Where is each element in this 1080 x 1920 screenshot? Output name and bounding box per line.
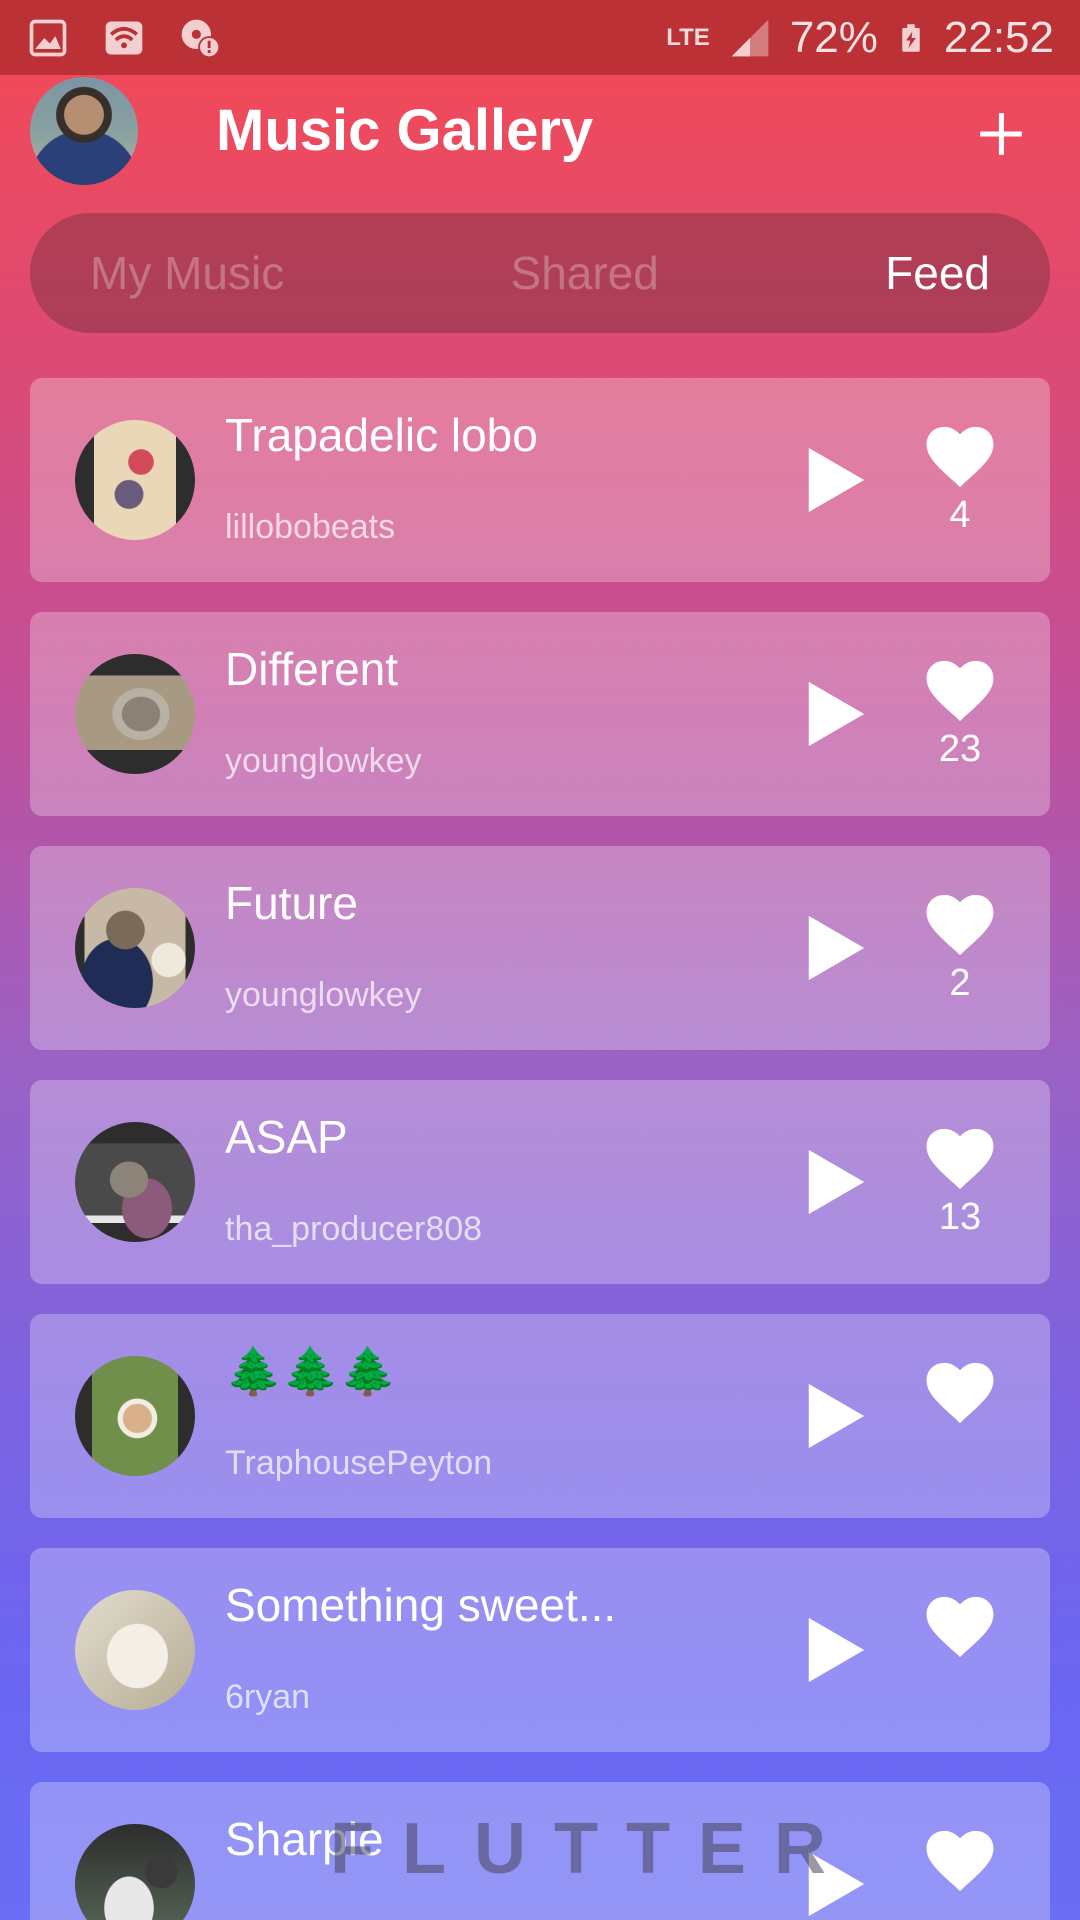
play-icon[interactable] bbox=[800, 677, 870, 751]
track-cover bbox=[75, 1590, 195, 1710]
play-icon[interactable] bbox=[800, 1613, 870, 1687]
track-cover bbox=[75, 654, 195, 774]
track-title: Future bbox=[225, 877, 358, 929]
track-title: ASAP bbox=[225, 1111, 348, 1163]
like-count: 2 bbox=[949, 962, 971, 1004]
wifi-icon bbox=[105, 21, 143, 54]
play-icon[interactable] bbox=[800, 1145, 870, 1219]
heart-icon bbox=[926, 1128, 994, 1190]
track-artist: 6ryan bbox=[225, 1678, 311, 1716]
track-cover bbox=[75, 888, 195, 1008]
track-cover bbox=[75, 1356, 195, 1476]
battery-percent: 72% bbox=[789, 12, 878, 62]
track-artist: younglowkey bbox=[225, 976, 422, 1014]
heart-icon bbox=[926, 894, 994, 956]
track-title: Something sweet... bbox=[225, 1579, 617, 1631]
tab-shared[interactable]: Shared bbox=[511, 246, 659, 300]
play-icon[interactable] bbox=[800, 1379, 870, 1453]
image-icon bbox=[29, 19, 67, 56]
track-card[interactable]: Trapadelic lobo lillobobeats 4 bbox=[30, 378, 1050, 582]
page-title: Music Gallery bbox=[216, 98, 594, 163]
like-button[interactable]: 4 bbox=[910, 426, 1010, 536]
track-card[interactable]: 🌲🌲🌲 TraphousePeyton bbox=[30, 1314, 1050, 1518]
heart-icon bbox=[926, 1362, 994, 1424]
heart-icon bbox=[926, 426, 994, 488]
tab-bar: My Music Shared Feed bbox=[30, 213, 1050, 333]
plus-icon bbox=[980, 113, 1022, 155]
track-artist: lillobobeats bbox=[225, 508, 396, 546]
like-count: 4 bbox=[949, 494, 971, 536]
battery-charging-icon bbox=[902, 23, 920, 52]
like-button[interactable]: 2 bbox=[910, 894, 1010, 1004]
like-button[interactable] bbox=[910, 1596, 1010, 1706]
like-button[interactable]: 23 bbox=[910, 660, 1010, 770]
profile-avatar[interactable] bbox=[30, 77, 138, 185]
heart-icon bbox=[926, 1596, 994, 1658]
tab-my-music[interactable]: My Music bbox=[90, 246, 284, 300]
track-artist: tha_producer808 bbox=[225, 1210, 483, 1248]
track-title: 🌲🌲🌲 bbox=[225, 1345, 397, 1397]
like-button[interactable]: 13 bbox=[910, 1128, 1010, 1238]
track-artist: younglowkey bbox=[225, 742, 422, 780]
status-bar: LTE 72% 22:52 bbox=[0, 0, 1080, 75]
tab-feed[interactable]: Feed bbox=[885, 246, 990, 300]
signal-icon bbox=[731, 19, 769, 56]
track-card[interactable]: Something sweet... 6ryan bbox=[30, 1548, 1050, 1752]
like-count: 13 bbox=[938, 1196, 982, 1238]
track-cover bbox=[75, 420, 195, 540]
network-type: LTE bbox=[666, 23, 710, 51]
app-header: Music Gallery bbox=[0, 75, 1080, 185]
track-card[interactable]: Different younglowkey 23 bbox=[30, 612, 1050, 816]
clock: 22:52 bbox=[943, 12, 1054, 62]
add-button[interactable] bbox=[966, 99, 1036, 169]
track-artist: TraphousePeyton bbox=[225, 1444, 493, 1482]
alert-location-icon bbox=[181, 19, 221, 58]
like-button[interactable] bbox=[910, 1362, 1010, 1472]
flutter-watermark: FLUTTER bbox=[330, 1809, 854, 1889]
like-count: 23 bbox=[938, 728, 982, 770]
heart-icon bbox=[926, 660, 994, 722]
track-cover bbox=[75, 1824, 195, 1920]
like-button[interactable] bbox=[910, 1830, 1010, 1920]
track-cover bbox=[75, 1122, 195, 1242]
track-card[interactable]: Future younglowkey 2 bbox=[30, 846, 1050, 1050]
track-card[interactable]: ASAP tha_producer808 13 bbox=[30, 1080, 1050, 1284]
play-icon[interactable] bbox=[800, 443, 870, 517]
play-icon[interactable] bbox=[800, 911, 870, 985]
track-title: Trapadelic lobo bbox=[225, 409, 538, 461]
heart-icon bbox=[926, 1830, 994, 1892]
track-title: Different bbox=[225, 643, 399, 695]
